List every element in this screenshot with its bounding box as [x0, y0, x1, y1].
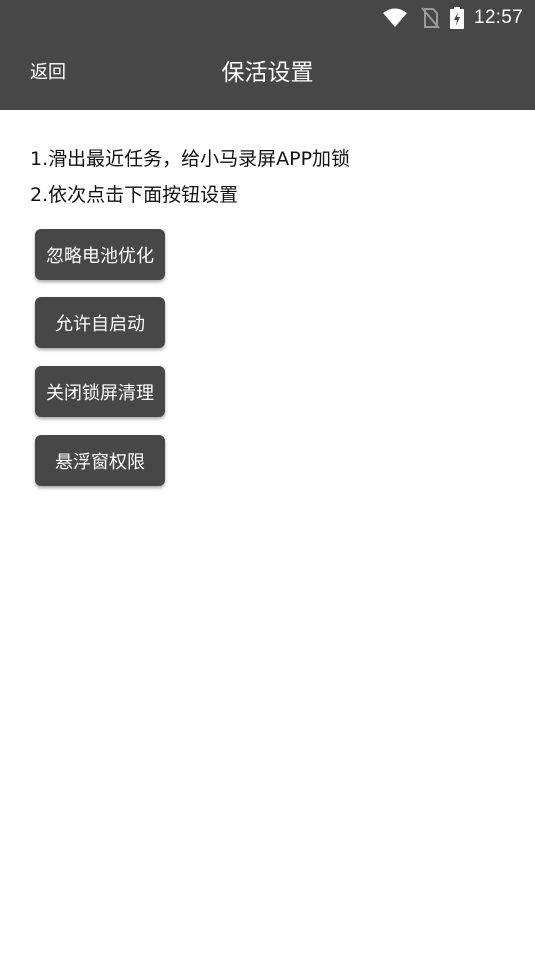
battery-charging-icon — [449, 7, 464, 29]
disable-lockscreen-cleanup-button[interactable]: 关闭锁屏清理 — [35, 366, 165, 417]
status-time: 12:57 — [473, 7, 523, 28]
instruction-lock-app: 1.滑出最近任务，给小马录屏APP加锁 — [30, 148, 351, 170]
status-icons: 12:57 — [382, 0, 523, 36]
app-bar: 返回 保活设置 — [0, 36, 535, 110]
no-sim-icon — [420, 7, 440, 29]
overlay-permission-button[interactable]: 悬浮窗权限 — [35, 435, 165, 486]
instruction-click-buttons: 2.依次点击下面按钮设置 — [30, 184, 239, 206]
ignore-battery-optimization-button[interactable]: 忽略电池优化 — [35, 229, 165, 280]
page-title: 保活设置 — [221, 60, 314, 86]
status-bar: 12:57 — [0, 0, 535, 36]
wifi-icon — [382, 7, 408, 29]
allow-autostart-button[interactable]: 允许自启动 — [35, 297, 165, 348]
